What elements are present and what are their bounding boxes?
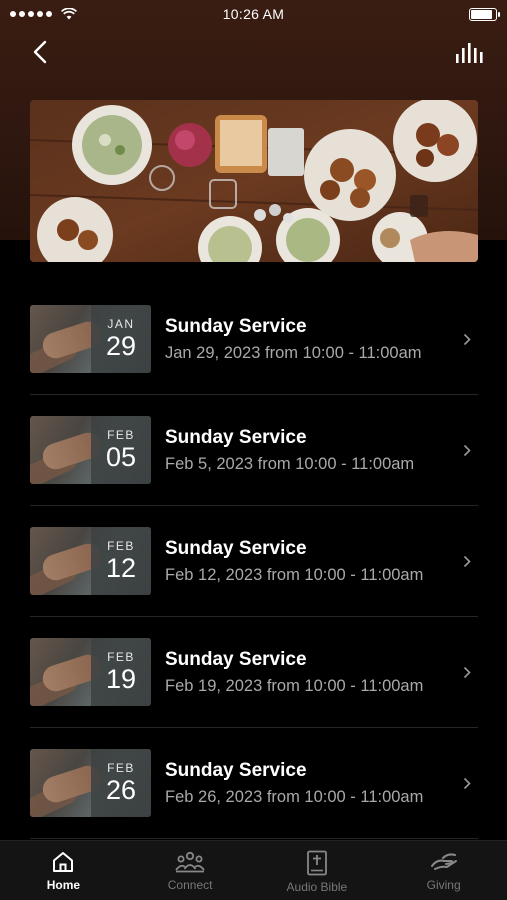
tab-giving[interactable]: Giving — [380, 841, 507, 900]
date-month: FEB — [107, 428, 135, 442]
event-title: Sunday Service — [165, 426, 307, 448]
date-month: FEB — [107, 539, 135, 553]
date-day: 05 — [105, 442, 137, 472]
date-badge: FEB 12 — [91, 527, 151, 595]
tab-bar: Home Connect Audio Bible Giving — [0, 840, 507, 900]
date-day: 26 — [105, 775, 137, 805]
event-subtitle: Feb 12, 2023 from 10:00 - 11:00am — [165, 565, 424, 584]
battery-icon — [469, 7, 500, 21]
date-badge: FEB 26 — [91, 749, 151, 817]
event-thumbnail: FEB 05 — [30, 416, 151, 484]
event-thumbnail: FEB 12 — [30, 527, 151, 595]
event-title: Sunday Service — [165, 537, 307, 559]
event-subtitle: Feb 5, 2023 from 10:00 - 11:00am — [165, 454, 415, 473]
event-title: Sunday Service — [165, 759, 307, 781]
chevron-right-icon — [460, 777, 474, 790]
status-bar: 10:26 AM — [0, 0, 507, 28]
chevron-right-icon — [460, 666, 474, 679]
table-of-food-photo — [30, 100, 478, 262]
event-thumbnail: FEB 19 — [30, 638, 151, 706]
hero-image — [30, 100, 478, 262]
audio-button[interactable] — [453, 38, 487, 68]
event-row[interactable]: FEB 12 Sunday Service Feb 12, 2023 from … — [30, 506, 478, 617]
event-title: Sunday Service — [165, 315, 307, 337]
date-day: 29 — [105, 331, 137, 361]
chevron-right-icon — [460, 444, 474, 457]
tab-label: Home — [46, 878, 81, 892]
date-month: JAN — [107, 317, 135, 331]
tab-audio-bible[interactable]: Audio Bible — [254, 841, 381, 900]
event-list: JAN 29 Sunday Service Jan 29, 2023 from … — [30, 284, 478, 839]
tab-connect[interactable]: Connect — [127, 841, 254, 900]
date-day: 12 — [105, 553, 137, 583]
event-row[interactable]: FEB 05 Sunday Service Feb 5, 2023 from 1… — [30, 395, 478, 506]
audio-bars-icon — [456, 43, 483, 63]
back-button[interactable] — [24, 36, 56, 68]
date-badge: JAN 29 — [91, 305, 151, 373]
event-row[interactable]: FEB 19 Sunday Service Feb 19, 2023 from … — [30, 617, 478, 728]
event-title: Sunday Service — [165, 648, 307, 670]
tab-label: Connect — [167, 878, 213, 892]
event-subtitle: Feb 26, 2023 from 10:00 - 11:00am — [165, 787, 424, 806]
event-row[interactable]: FEB 26 Sunday Service Feb 26, 2023 from … — [30, 728, 478, 839]
date-month: FEB — [107, 650, 135, 664]
event-row[interactable]: JAN 29 Sunday Service Jan 29, 2023 from … — [30, 284, 478, 395]
chevron-left-icon — [33, 40, 47, 64]
bible-icon — [306, 850, 327, 876]
home-icon — [53, 852, 74, 872]
event-thumbnail: JAN 29 — [30, 305, 151, 373]
tab-home[interactable]: Home — [0, 841, 127, 900]
event-thumbnail: FEB 26 — [30, 749, 151, 817]
date-badge: FEB 19 — [91, 638, 151, 706]
tab-label: Audio Bible — [286, 880, 348, 894]
date-month: FEB — [107, 761, 135, 775]
event-subtitle: Jan 29, 2023 from 10:00 - 11:00am — [165, 343, 422, 362]
date-day: 19 — [105, 664, 137, 694]
chevron-right-icon — [460, 555, 474, 568]
date-badge: FEB 05 — [91, 416, 151, 484]
tab-label: Giving — [426, 878, 461, 892]
chevron-right-icon — [460, 333, 474, 346]
people-icon — [175, 851, 205, 873]
giving-hand-icon — [430, 853, 457, 870]
event-subtitle: Feb 19, 2023 from 10:00 - 11:00am — [165, 676, 424, 695]
status-time: 10:26 AM — [222, 6, 285, 22]
